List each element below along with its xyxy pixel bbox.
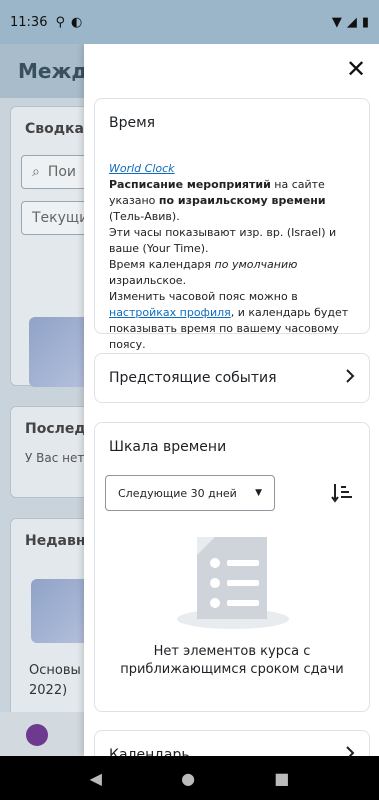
calendar-title: Календарь bbox=[109, 747, 190, 756]
status-time: 11:36 bbox=[10, 14, 48, 30]
bg-course-name: Основы bbox=[29, 663, 81, 678]
blocks-drawer: ✕ Время World Clock Расписание мероприят… bbox=[84, 44, 379, 756]
back-icon[interactable]: ◀ bbox=[90, 769, 102, 788]
world-clock-link[interactable]: World Clock bbox=[109, 162, 175, 175]
profile-settings-link[interactable]: настройках профиля bbox=[109, 306, 231, 319]
close-icon[interactable]: ✕ bbox=[345, 57, 367, 81]
caret-down-icon: ▼ bbox=[255, 488, 262, 498]
time-block-body: World Clock Расписание мероприятий на са… bbox=[109, 162, 349, 351]
recents-icon[interactable]: ■ bbox=[274, 769, 289, 788]
upcoming-events-block[interactable]: Предстоящие события bbox=[94, 353, 370, 403]
chevron-right-icon bbox=[345, 368, 355, 389]
timeline-title: Шкала времени bbox=[109, 439, 227, 455]
status-bar: 11:36 ⚲ ◐ ▼ ◢ ▮ bbox=[0, 0, 379, 44]
calendar-block[interactable]: Календарь bbox=[94, 730, 370, 756]
dashboard-icon bbox=[26, 724, 48, 746]
time-block-title: Время bbox=[109, 115, 156, 131]
signal-icon: ◢ bbox=[346, 14, 357, 30]
time-block: Время World Clock Расписание мероприятий… bbox=[94, 98, 370, 351]
sort-icon[interactable] bbox=[331, 482, 353, 504]
timeline-filter-label: Следующие 30 дней bbox=[118, 486, 237, 500]
timeline-block: Шкала времени Следующие 30 дней ▼ Нет эл… bbox=[94, 422, 370, 712]
bg-course-year: 2022) bbox=[29, 683, 68, 698]
timeline-day-filter[interactable]: Следующие 30 дней ▼ bbox=[105, 475, 275, 511]
chevron-right-icon bbox=[345, 745, 355, 756]
system-nav-bar: ◀ ● ■ bbox=[0, 756, 379, 800]
usb-icon: ⚲ bbox=[55, 14, 65, 30]
timeline-empty-message: Нет элементов курса с приближающимся сро… bbox=[120, 644, 344, 677]
wifi-icon: ▼ bbox=[331, 14, 342, 30]
search-icon: ⌕ bbox=[32, 164, 40, 180]
battery-icon: ▮ bbox=[361, 14, 369, 30]
app-notification-icon: ◐ bbox=[71, 14, 83, 30]
home-icon[interactable]: ● bbox=[181, 769, 195, 788]
empty-list-illustration bbox=[175, 535, 291, 631]
upcoming-events-title: Предстоящие события bbox=[109, 370, 277, 386]
